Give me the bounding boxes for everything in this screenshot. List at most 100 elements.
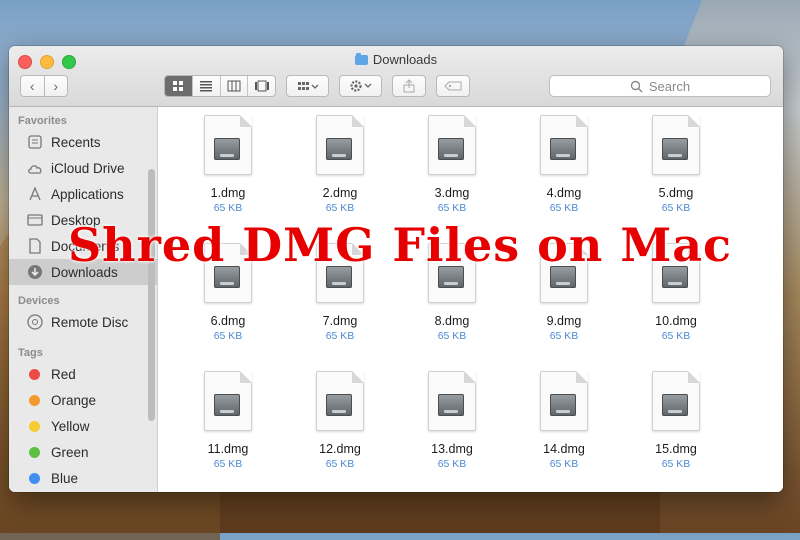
sidebar-item-label: Applications (51, 186, 124, 202)
titlebar: Downloads ‹ › Search (9, 46, 783, 107)
disk-image-icon (214, 394, 240, 416)
disk-image-icon (326, 138, 352, 160)
file-name: 10.dmg (655, 314, 697, 328)
file-item[interactable]: 15.dmg 65 KB (620, 368, 732, 492)
dmg-file-icon (316, 371, 364, 431)
grid-icon (173, 81, 184, 91)
file-name: 2.dmg (322, 186, 358, 200)
sidebar-item-tag-red[interactable]: Red (9, 361, 157, 387)
disk-image-icon (662, 138, 688, 160)
file-size: 65 KB (213, 202, 243, 214)
arrange-grid-icon (297, 82, 318, 90)
window-title: Downloads (9, 52, 783, 67)
file-name: 8.dmg (434, 314, 470, 328)
dmg-file-icon (428, 371, 476, 431)
sidebar-item-label: Red (51, 366, 76, 382)
disk-image-icon (438, 394, 464, 416)
list-view-button[interactable] (193, 76, 221, 96)
sidebar-item-label: Green (51, 444, 89, 460)
cloud-icon (27, 160, 43, 176)
disk-image-icon (214, 138, 240, 160)
file-size: 65 KB (437, 202, 467, 214)
disk-image-icon (438, 138, 464, 160)
file-item[interactable]: 13.dmg 65 KB (396, 368, 508, 492)
column-view-button[interactable] (221, 76, 249, 96)
search-placeholder: Search (648, 78, 691, 94)
sidebar-heading-devices: Devices (18, 295, 60, 307)
view-mode-group (164, 75, 276, 97)
sidebar-heading-tags: Tags (18, 347, 43, 359)
gallery-icon (254, 80, 269, 92)
file-name: 14.dmg (543, 442, 585, 456)
sidebar-heading-favorites: Favorites (18, 115, 67, 127)
applications-icon (27, 186, 43, 202)
sidebar-item-label: Recents (51, 134, 101, 150)
back-button[interactable]: ‹ (21, 76, 45, 96)
sidebar-item-icloud-drive[interactable]: iCloud Drive (9, 155, 157, 181)
file-name: 12.dmg (319, 442, 361, 456)
dmg-file-icon (540, 371, 588, 431)
icon-view-button[interactable] (165, 76, 193, 96)
file-size: 65 KB (325, 458, 355, 470)
sidebar-item-tag-orange[interactable]: Orange (9, 387, 157, 413)
file-grid: 1.dmg 65 KB 2.dmg 65 KB 3.dmg 65 KB 4.dmg 65 KB… (158, 112, 783, 492)
file-name: 6.dmg (210, 314, 246, 328)
file-name: 9.dmg (546, 314, 582, 328)
gear-icon (349, 80, 371, 92)
sidebar-item-tag-blue[interactable]: Blue (9, 465, 157, 491)
file-size: 65 KB (325, 330, 355, 342)
tag-green-dot-icon (29, 446, 40, 458)
dmg-file-icon (540, 115, 588, 175)
file-size: 65 KB (549, 202, 579, 214)
file-name: 7.dmg (322, 314, 358, 328)
dmg-file-icon (204, 115, 252, 175)
disk-image-icon (326, 394, 352, 416)
forward-button[interactable]: › (45, 76, 68, 96)
tag-blue-dot-icon (29, 472, 40, 484)
file-size: 65 KB (213, 330, 243, 342)
file-name: 1.dmg (210, 186, 246, 200)
tag-button[interactable] (436, 75, 470, 97)
window-title-text: Downloads (372, 52, 438, 67)
dmg-file-icon (316, 115, 364, 175)
overlay-headline: Shred DMG Files on Mac (67, 218, 733, 272)
disk-image-icon (662, 394, 688, 416)
dmg-file-icon (204, 371, 252, 431)
file-item[interactable]: 14.dmg 65 KB (508, 368, 620, 492)
disk-image-icon (550, 138, 576, 160)
sidebar-item-label: Remote Disc (51, 314, 129, 330)
file-item[interactable]: 11.dmg 65 KB (172, 368, 284, 492)
share-button[interactable] (392, 75, 426, 97)
disc-icon (27, 314, 43, 330)
file-size: 65 KB (437, 458, 467, 470)
sidebar-item-applications[interactable]: Applications (9, 181, 157, 207)
action-button[interactable] (339, 75, 382, 97)
dmg-file-icon (652, 371, 700, 431)
sidebar-item-tag-yellow[interactable]: Yellow (9, 413, 157, 439)
file-size: 65 KB (325, 202, 355, 214)
dmg-file-icon (652, 115, 700, 175)
file-name: 4.dmg (546, 186, 582, 200)
tag-yellow-dot-icon (29, 420, 40, 432)
sidebar-item-label: Yellow (51, 418, 90, 434)
folder-icon (354, 52, 368, 65)
file-name: 3.dmg (434, 186, 470, 200)
disk-image-icon (550, 394, 576, 416)
arrange-button[interactable] (286, 75, 329, 97)
file-item[interactable]: 12.dmg 65 KB (284, 368, 396, 492)
share-icon (403, 79, 415, 93)
file-size: 65 KB (661, 202, 691, 214)
tag-orange-dot-icon (29, 394, 40, 406)
sidebar-scrollbar[interactable] (148, 169, 155, 421)
sidebar-item-label: iCloud Drive (51, 160, 125, 176)
file-name: 15.dmg (655, 442, 697, 456)
gallery-view-button[interactable] (248, 76, 275, 96)
sidebar-item-recents[interactable]: Recents (9, 129, 157, 155)
search-field[interactable]: Search (549, 75, 771, 97)
file-name: 11.dmg (207, 442, 249, 456)
file-name: 13.dmg (431, 442, 473, 456)
tag-icon (444, 81, 462, 91)
sidebar-item-remote-disc[interactable]: Remote Disc (9, 309, 157, 335)
sidebar-item-tag-green[interactable]: Green (9, 439, 157, 465)
file-size: 65 KB (661, 458, 691, 470)
